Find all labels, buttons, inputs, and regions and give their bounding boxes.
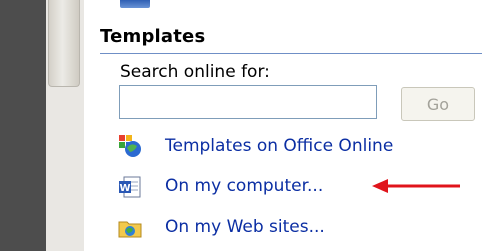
on-my-web-sites-link[interactable]: On my Web sites... bbox=[165, 217, 325, 237]
templates-on-office-online-link[interactable]: Templates on Office Online bbox=[165, 136, 393, 156]
section-divider bbox=[100, 53, 482, 54]
on-my-computer-link[interactable]: On my computer... bbox=[165, 176, 323, 196]
annotation-arrow bbox=[372, 179, 460, 193]
partial-icon bbox=[120, 0, 150, 8]
scrollbar-thumb[interactable] bbox=[48, 0, 80, 87]
search-label: Search online for: bbox=[120, 62, 270, 82]
svg-text:W: W bbox=[119, 183, 130, 194]
templates-heading: Templates bbox=[100, 26, 206, 47]
window-edge bbox=[0, 0, 46, 251]
web-folder-icon bbox=[118, 221, 142, 238]
word-document-icon: W bbox=[119, 176, 141, 198]
search-input[interactable] bbox=[119, 85, 377, 119]
go-button[interactable]: Go bbox=[401, 87, 475, 121]
office-online-icon bbox=[119, 135, 141, 157]
